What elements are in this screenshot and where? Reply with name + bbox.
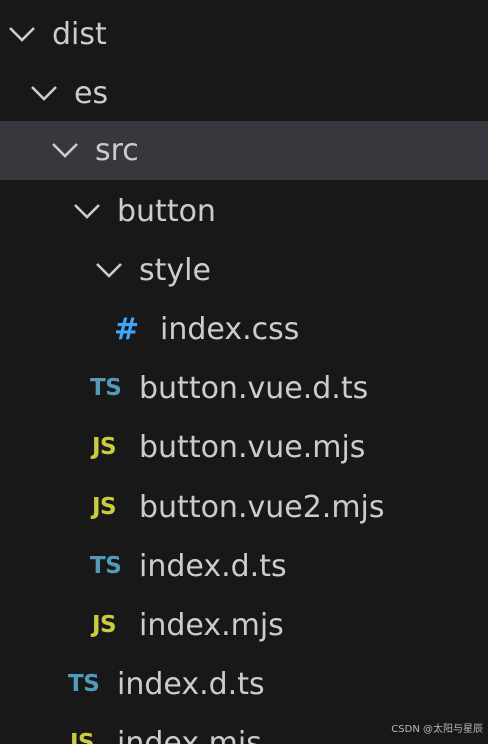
chevron-down-icon[interactable] bbox=[29, 82, 59, 104]
css-file-icon: # bbox=[114, 312, 139, 347]
javascript-file-icon: JS bbox=[92, 434, 117, 460]
tree-item-label: style bbox=[139, 253, 211, 288]
tree-item-button-vue-d-ts[interactable]: TS button.vue.d.ts bbox=[0, 359, 488, 418]
tree-item-label: src bbox=[95, 133, 139, 168]
tree-item-button-folder[interactable]: button bbox=[0, 182, 488, 241]
tree-item-label: index.mjs bbox=[117, 726, 262, 744]
chevron-down-icon[interactable] bbox=[50, 139, 80, 161]
javascript-file-icon: JS bbox=[70, 730, 95, 744]
tree-item-dist-folder[interactable]: dist bbox=[0, 5, 488, 64]
tree-item-label: index.mjs bbox=[139, 608, 284, 643]
tree-item-button-vue-mjs[interactable]: JS button.vue.mjs bbox=[0, 418, 488, 477]
file-explorer-tree: dist es src button style # index.css TS … bbox=[0, 0, 488, 744]
tree-item-index-css[interactable]: # index.css bbox=[0, 300, 488, 359]
javascript-file-icon: JS bbox=[92, 494, 117, 520]
tree-item-es-folder[interactable]: es bbox=[0, 64, 488, 123]
chevron-down-icon[interactable] bbox=[94, 259, 124, 281]
tree-item-label: button bbox=[117, 194, 216, 229]
watermark: CSDN @太阳与星辰 bbox=[391, 724, 483, 735]
chevron-down-icon[interactable] bbox=[7, 23, 37, 45]
tree-item-label: button.vue.mjs bbox=[139, 430, 366, 465]
typescript-file-icon: TS bbox=[68, 671, 100, 697]
javascript-file-icon: JS bbox=[92, 612, 117, 638]
tree-item-label: button.vue.d.ts bbox=[139, 371, 369, 406]
tree-item-label: index.d.ts bbox=[117, 667, 265, 702]
tree-item-label: button.vue2.mjs bbox=[139, 490, 385, 525]
tree-item-label: index.css bbox=[160, 312, 300, 347]
tree-item-index-d-ts[interactable]: TS index.d.ts bbox=[0, 537, 488, 596]
tree-item-label: es bbox=[74, 76, 109, 111]
tree-item-src-folder[interactable]: src bbox=[0, 121, 488, 180]
chevron-down-icon[interactable] bbox=[72, 200, 102, 222]
tree-item-style-folder[interactable]: style bbox=[0, 241, 488, 300]
tree-item-index-mjs[interactable]: JS index.mjs bbox=[0, 596, 488, 655]
typescript-file-icon: TS bbox=[90, 553, 122, 579]
tree-item-index-d-ts[interactable]: TS index.d.ts bbox=[0, 655, 488, 714]
tree-item-label: dist bbox=[52, 17, 107, 52]
typescript-file-icon: TS bbox=[90, 375, 122, 401]
tree-item-button-vue2-mjs[interactable]: JS button.vue2.mjs bbox=[0, 478, 488, 537]
tree-item-label: index.d.ts bbox=[139, 549, 287, 584]
